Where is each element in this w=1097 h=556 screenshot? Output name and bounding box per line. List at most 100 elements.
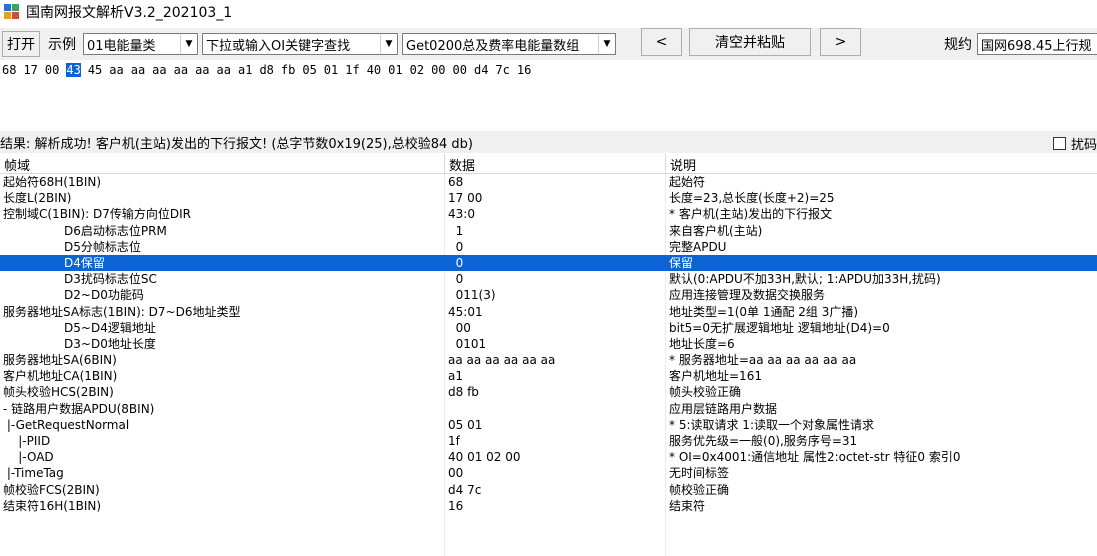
chevron-down-icon[interactable]: ▼	[180, 34, 197, 54]
hex-byte: d8	[259, 63, 274, 77]
table-row[interactable]: D2~D0功能码 011(3) 应用连接管理及数据交换服务	[0, 287, 1097, 303]
description-cell: 地址长度=6	[669, 336, 735, 351]
column-header-field[interactable]: 帧域	[0, 154, 445, 174]
description-cell: 客户机地址=161	[669, 369, 762, 384]
scramble-checkbox[interactable]	[1052, 137, 1066, 150]
protocol-label: 规约	[944, 37, 972, 53]
field-cell: D4保留	[3, 255, 105, 270]
next-button[interactable]: >	[820, 28, 861, 56]
description-cell: * 客户机(主站)发出的下行报文	[669, 207, 833, 222]
field-cell: |-GetRequestNormal	[3, 417, 130, 432]
field-cell: D2~D0功能码	[3, 288, 144, 303]
description-cell: 来自客户机(主站)	[669, 223, 763, 238]
example-combo[interactable]: 01电能量类 ▼	[83, 33, 198, 55]
description-cell: 服务优先级=一般(0),服务序号=31	[669, 434, 858, 448]
hex-byte: 02	[409, 63, 425, 77]
hex-byte: d4	[473, 63, 489, 77]
table-row[interactable]: D3扰码标志位SC 0 默认(0:APDU不加33H,默认; 1:APDU加33H…	[0, 271, 1097, 287]
hex-byte: 00	[44, 63, 60, 77]
table-row[interactable]: 帧头校验HCS(2BIN) d8 fb 帧头校验正确	[0, 384, 1097, 400]
table-row[interactable]: |-PIID 1f 服务优先级=一般(0),服务序号=31	[0, 433, 1097, 449]
data-cell: 16	[448, 498, 464, 513]
field-cell: 起始符68H(1BIN)	[3, 175, 102, 189]
window-title: 国南网报文解析V3.2_202103_1	[26, 5, 233, 21]
scramble-checkbox-wrap[interactable]: 扰码	[1052, 134, 1097, 153]
table-row[interactable]: |-TimeTag 00 无时间标签	[0, 465, 1097, 481]
hex-byte: 7c	[495, 63, 510, 77]
hex-byte: 40	[366, 63, 382, 77]
protocol-field[interactable]: 国网698.45上行规	[977, 33, 1097, 55]
hex-input-area[interactable]: 68 17 00 43 45 aa aa aa aa aa aa a1 d8 fb 05 01 1f 40 01 02…	[0, 60, 1097, 130]
data-cell: aa aa aa aa aa aa	[448, 353, 556, 368]
chevron-down-icon[interactable]: ▼	[380, 34, 397, 54]
field-cell: |-OAD	[3, 450, 54, 465]
table-row[interactable]: |-GetRequestNormal 05 01 * 5:读取请求 1:读取一个对象…	[0, 417, 1097, 433]
frame-combo[interactable]: Get0200总及费率电能量数组 ▼	[402, 33, 616, 55]
hex-byte: 16	[516, 63, 532, 77]
table-row[interactable]: D5~D4逻辑地址 00 bit5=0无扩展逻辑地址 逻辑地址(D4)=0	[0, 320, 1097, 336]
data-cell: 68	[448, 175, 464, 189]
data-cell: 0101	[448, 336, 487, 351]
table-row[interactable]: D3~D0地址长度 0101 地址长度=6	[0, 336, 1097, 352]
data-cell: 0	[448, 255, 464, 270]
table-row[interactable]: 客户机地址CA(1BIN) a1 客户机地址=161	[0, 368, 1097, 384]
hex-byte: 00	[452, 63, 467, 77]
description-cell: 起始符	[669, 175, 706, 189]
field-cell: D3~D0地址长度	[3, 336, 156, 351]
table-row[interactable]: D6启动标志位PRM 1 来自客户机(主站)	[0, 223, 1097, 239]
hex-byte: 68	[2, 63, 17, 77]
field-cell: 服务器地址SA标志(1BIN): D7~D6地址类型	[3, 304, 241, 319]
data-cell: 40 01 02 00	[448, 450, 521, 465]
keyword-combo-value: 下拉或输入OI关键字查找	[206, 38, 351, 54]
clear-paste-button[interactable]: 清空并粘贴	[689, 28, 811, 56]
hex-byte: fb	[280, 63, 296, 77]
grid-header: 帧域 数据 说明	[0, 154, 1097, 174]
column-header-data[interactable]: 数据	[445, 154, 666, 174]
table-row[interactable]: 服务器地址SA标志(1BIN): D7~D6地址类型 45:01 地址类型=1(0单…	[0, 304, 1097, 320]
field-cell: D6启动标志位PRM	[3, 223, 167, 238]
table-row[interactable]: - 链路用户数据APDU(8BIN) 应用层链路用户数据	[0, 401, 1097, 417]
data-cell: 43:0	[448, 207, 475, 222]
description-cell: 完整APDU	[669, 239, 727, 254]
open-button[interactable]: 打开	[2, 31, 40, 57]
hex-byte: aa	[216, 63, 231, 77]
field-cell: D5分帧标志位	[3, 239, 141, 254]
data-cell: 05 01	[448, 417, 483, 432]
result-bar: 结果: 解析成功! 客户机(主站)发出的下行报文! (总字节数0x19(25),…	[0, 131, 1097, 153]
data-cell: d8 fb	[448, 385, 479, 400]
description-cell: 默认(0:APDU不加33H,默认; 1:APDU加33H,扰码)	[669, 272, 941, 287]
table-row[interactable]: 结束符16H(1BIN) 16 结束符	[0, 498, 1097, 514]
title-bar: 国南网报文解析V3.2_202103_1	[0, 0, 1097, 24]
field-cell: - 链路用户数据APDU(8BIN)	[3, 401, 155, 416]
table-row[interactable]: D4保留 0 保留	[0, 254, 1097, 272]
field-cell: D5~D4逻辑地址	[3, 320, 156, 335]
field-cell: 结束符16H(1BIN)	[3, 498, 102, 513]
table-row[interactable]: 起始符68H(1BIN) 68 起始符	[0, 174, 1097, 190]
hex-byte: aa	[195, 63, 210, 77]
data-cell: a1	[448, 369, 463, 384]
example-combo-value: 01电能量类	[87, 38, 156, 54]
table-row[interactable]: D5分帧标志位 0 完整APDU	[0, 239, 1097, 255]
data-cell: 0	[448, 239, 464, 254]
column-header-description[interactable]: 说明	[666, 154, 1097, 174]
data-cell: 00	[448, 466, 464, 481]
description-cell: 应用连接管理及数据交换服务	[669, 288, 826, 303]
table-row[interactable]: 长度L(2BIN) 17 00 长度=23,总长度(长度+2)=25	[0, 190, 1097, 206]
chevron-down-icon[interactable]: ▼	[598, 34, 615, 54]
table-row[interactable]: |-OAD 40 01 02 00 * OI=0x4001:通信地址 属性2:oct…	[0, 449, 1097, 465]
description-cell: bit5=0无扩展逻辑地址 逻辑地址(D4)=0	[669, 320, 890, 335]
table-row[interactable]: 帧校验FCS(2BIN) d4 7c 帧校验正确	[0, 482, 1097, 498]
field-cell: 控制域C(1BIN): D7传输方向位DIR	[3, 207, 191, 222]
example-label: 示例	[48, 37, 76, 53]
hex-byte: 01	[388, 63, 403, 77]
prev-button[interactable]: <	[641, 28, 682, 56]
data-cell: 011(3)	[448, 288, 496, 303]
table-row[interactable]: 服务器地址SA(6BIN) aa aa aa aa aa aa * 服务器地址=aa…	[0, 352, 1097, 368]
keyword-combo[interactable]: 下拉或输入OI关键字查找 ▼	[202, 33, 398, 55]
result-text: 结果: 解析成功! 客户机(主站)发出的下行报文! (总字节数0x19(25),…	[0, 136, 473, 152]
data-cell: 00	[448, 320, 471, 335]
hex-byte: 45	[87, 63, 103, 77]
table-row[interactable]: 控制域C(1BIN): D7传输方向位DIR 43:0 * 客户机(主站)发出的下行…	[0, 206, 1097, 222]
description-cell: * OI=0x4001:通信地址 属性2:octet-str 特征0 索引0	[669, 450, 961, 465]
scramble-checkbox-label: 扰码	[1070, 138, 1097, 153]
